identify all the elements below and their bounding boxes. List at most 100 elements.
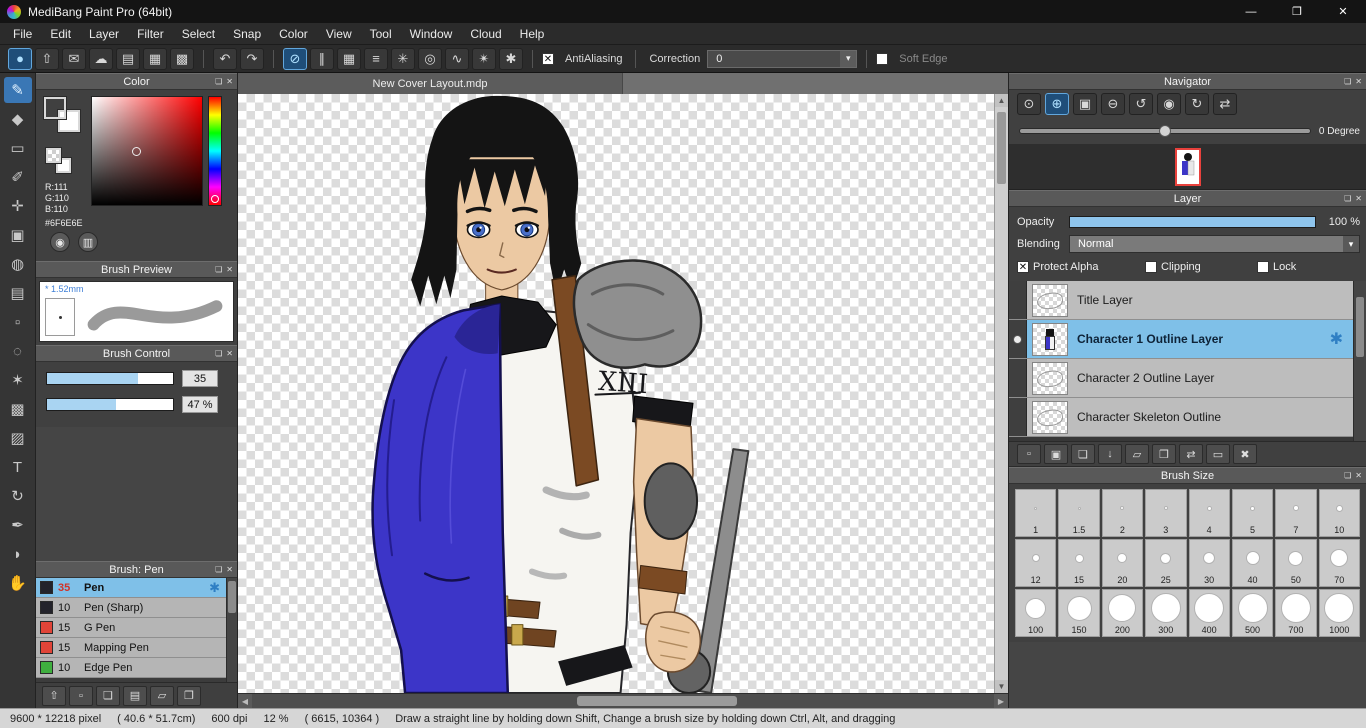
palette-icon[interactable]: ▩ (170, 48, 194, 70)
brush-list-scrollbar[interactable] (226, 578, 237, 682)
menu-file[interactable]: File (4, 24, 41, 44)
gradient-tool[interactable]: ▤ (4, 280, 32, 306)
brush-size-1000[interactable]: 1000 (1319, 589, 1360, 637)
brush-size-40[interactable]: 40 (1232, 539, 1273, 587)
brush-size-150[interactable]: 150 (1058, 589, 1099, 637)
radial-snap-icon[interactable]: ✴ (472, 48, 496, 70)
parallel-snap-icon[interactable]: ∥ (310, 48, 334, 70)
menu-help[interactable]: Help (511, 24, 554, 44)
brush-size-7[interactable]: 7 (1275, 489, 1316, 537)
panel-close-icon[interactable]: ✕ (226, 349, 233, 358)
brush-tool[interactable]: ✎ (4, 77, 32, 103)
panel-close-icon[interactable]: ✕ (226, 77, 233, 86)
flip-horizontal-icon[interactable]: ⇄ (1213, 93, 1237, 115)
folder-icon[interactable]: ▱ (1125, 444, 1149, 464)
restore-button[interactable]: ❐ (1274, 0, 1320, 23)
brush-size-400[interactable]: 400 (1189, 589, 1230, 637)
brush-size-30[interactable]: 30 (1189, 539, 1230, 587)
gear-icon[interactable]: ✱ (1330, 329, 1343, 349)
menu-select[interactable]: Select (173, 24, 224, 44)
export-icon[interactable]: ❏ (96, 686, 120, 706)
duplicate-layer-icon[interactable]: ❏ (1071, 444, 1095, 464)
brush-size-2[interactable]: 2 (1102, 489, 1143, 537)
select-eraser-tool[interactable]: ▨ (4, 425, 32, 451)
scroll-up-icon[interactable]: ▲ (995, 94, 1008, 107)
rotation-slider-knob[interactable] (1159, 125, 1171, 137)
cross-snap-icon[interactable]: ✳ (391, 48, 415, 70)
new-document-icon[interactable]: ▫ (69, 686, 93, 706)
comment-icon[interactable]: ✉ (62, 48, 86, 70)
scroll-left-icon[interactable]: ◀ (238, 694, 252, 708)
redo-button[interactable]: ↷ (240, 48, 264, 70)
layer-list-scrollbar[interactable] (1353, 281, 1366, 441)
brush-size-50[interactable]: 50 (1275, 539, 1316, 587)
fit-window-icon[interactable]: ▣ (1073, 93, 1097, 115)
brush-size-1.5[interactable]: 1.5 (1058, 489, 1099, 537)
horizontal-scrollbar[interactable]: ◀ ▶ (238, 693, 1008, 708)
snap-off-icon[interactable]: ⊘ (283, 48, 307, 70)
panel-close-icon[interactable]: ✕ (226, 265, 233, 274)
layer-visibility-toggle[interactable] (1009, 359, 1027, 397)
rotation-slider[interactable] (1019, 128, 1311, 134)
move-tool[interactable]: ✛ (4, 193, 32, 219)
shape-brush-tool[interactable]: ▭ (4, 135, 32, 161)
brush-size-100[interactable]: 100 (1015, 589, 1056, 637)
text-tool[interactable]: T (4, 454, 32, 480)
rotate-view-tool[interactable]: ↻ (4, 483, 32, 509)
brush-size-12[interactable]: 12 (1015, 539, 1056, 587)
new-layer-icon[interactable]: ▫ (1017, 444, 1041, 464)
transfer-layer-icon[interactable]: ⇄ (1179, 444, 1203, 464)
minimize-button[interactable]: — (1228, 0, 1274, 23)
merge-down-icon[interactable]: ↓ (1098, 444, 1122, 464)
menu-snap[interactable]: Snap (224, 24, 270, 44)
opacity-slider[interactable] (1069, 216, 1316, 228)
transparent-color-swatch[interactable] (46, 148, 61, 163)
concentric-snap-icon[interactable]: ◎ (418, 48, 442, 70)
color-wheel-icon[interactable]: ◉ (50, 232, 70, 252)
panel-close-icon[interactable]: ✕ (1355, 77, 1362, 86)
menu-edit[interactable]: Edit (41, 24, 80, 44)
eyedropper-tool[interactable]: ◗ (4, 541, 32, 567)
cloud-icon[interactable]: ☁ (89, 48, 113, 70)
navigator-thumbnail[interactable] (1175, 148, 1201, 186)
close-button[interactable]: ✕ (1320, 0, 1366, 23)
menu-view[interactable]: View (317, 24, 361, 44)
saturation-value-picker[interactable] (91, 96, 203, 206)
select-rect-tool[interactable]: ▫ (4, 309, 32, 335)
zoom-reset-icon[interactable]: ⊙ (1017, 93, 1041, 115)
brush-size-4[interactable]: 4 (1189, 489, 1230, 537)
panel-close-icon[interactable]: ✕ (226, 565, 233, 574)
dot-pen-tool[interactable]: ✐ (4, 164, 32, 190)
zoom-out-icon[interactable]: ⊖ (1101, 93, 1125, 115)
menu-cloud[interactable]: Cloud (461, 24, 510, 44)
vertical-scrollbar[interactable]: ▲ ▼ (994, 94, 1008, 693)
horizontal-scroll-thumb[interactable] (577, 696, 737, 706)
save-upload-icon[interactable]: ⇧ (35, 48, 59, 70)
brush-size-3[interactable]: 3 (1145, 489, 1186, 537)
duplicate-icon[interactable]: ❐ (177, 686, 201, 706)
pen-tool[interactable]: ✒ (4, 512, 32, 538)
menu-filter[interactable]: Filter (128, 24, 173, 44)
brush-size-15[interactable]: 15 (1058, 539, 1099, 587)
fill-rect-tool[interactable]: ▣ (4, 222, 32, 248)
upload-icon[interactable]: ⇧ (42, 686, 66, 706)
copy-layer-icon[interactable]: ❐ (1152, 444, 1176, 464)
brush-mode-icon[interactable]: ● (8, 48, 32, 70)
hand-tool[interactable]: ✋ (4, 570, 32, 596)
eraser-tool[interactable]: ◆ (4, 106, 32, 132)
protect-alpha-checkbox[interactable]: ✕ (1017, 261, 1029, 273)
layer-row[interactable]: Character 2 Outline Layer (1009, 359, 1353, 398)
lock-checkbox[interactable] (1257, 261, 1269, 273)
scroll-right-icon[interactable]: ▶ (994, 694, 1008, 708)
magic-wand-tool[interactable]: ✶ (4, 367, 32, 393)
brush-size-25[interactable]: 25 (1145, 539, 1186, 587)
list-icon[interactable]: ▤ (123, 686, 147, 706)
panel-popout-icon[interactable]: ❏ (1344, 77, 1351, 86)
layer-visibility-toggle[interactable] (1009, 398, 1027, 436)
scroll-down-icon[interactable]: ▼ (995, 680, 1008, 693)
new-layer-options-icon[interactable]: ▣ (1044, 444, 1068, 464)
brush-opacity-value[interactable]: 47 % (182, 396, 218, 413)
rotate-right-icon[interactable]: ↻ (1185, 93, 1209, 115)
document-tab[interactable]: New Cover Layout.mdp (238, 73, 623, 94)
reset-rotation-icon[interactable]: ◉ (1157, 93, 1181, 115)
